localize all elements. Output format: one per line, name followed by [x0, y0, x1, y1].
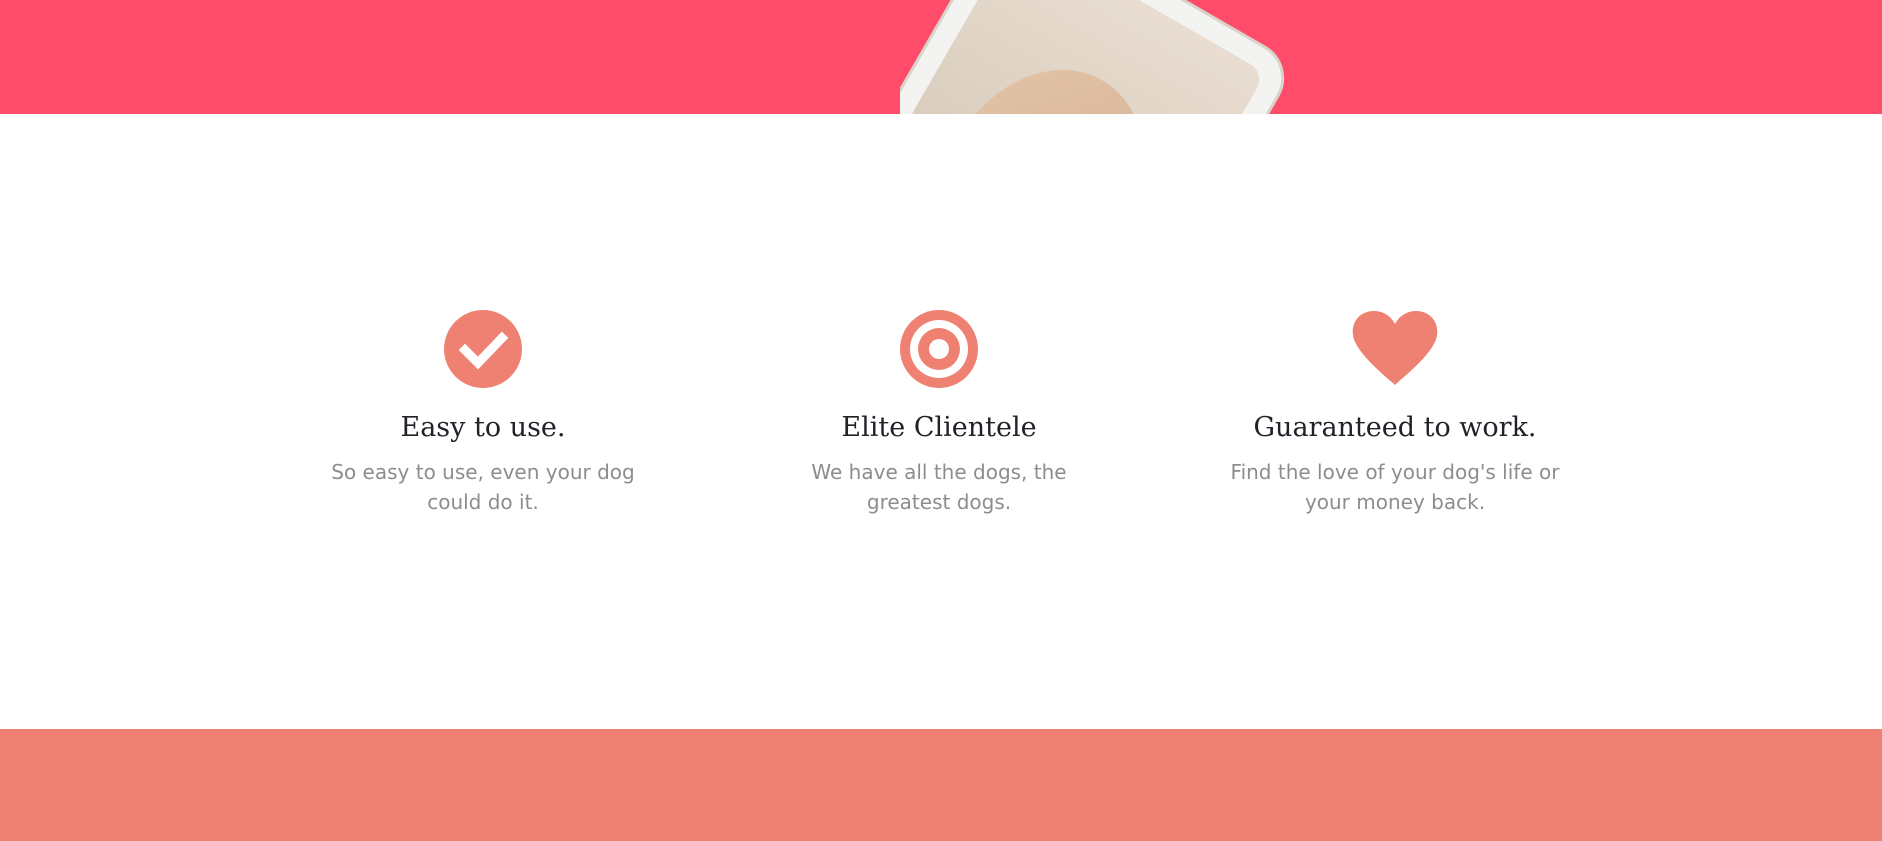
feature-description: We have all the dogs, the greatest dogs.: [811, 460, 1067, 514]
bottom-band: [0, 729, 1882, 841]
feature-title: Guaranteed to work.: [1253, 412, 1537, 443]
heart-icon: [1351, 309, 1439, 389]
target-icon: [895, 309, 983, 389]
feature-description: So easy to use, even your dog could do i…: [331, 460, 635, 514]
check-circle-icon: [439, 309, 527, 389]
feature-title: Easy to use.: [400, 412, 566, 443]
feature-description: Find the love of your dog's life or your…: [1230, 460, 1560, 514]
feature-guaranteed: Guaranteed to work. Find the love of you…: [1185, 309, 1605, 517]
feature-easy-to-use: Easy to use. So easy to use, even your d…: [273, 309, 693, 517]
feature-title: Elite Clientele: [841, 412, 1037, 443]
features-section: Easy to use. So easy to use, even your d…: [0, 114, 1882, 729]
phone-mockup-image: [900, 0, 1285, 114]
hero-band: [0, 0, 1882, 114]
feature-elite-clientele: Elite Clientele We have all the dogs, th…: [729, 309, 1149, 517]
